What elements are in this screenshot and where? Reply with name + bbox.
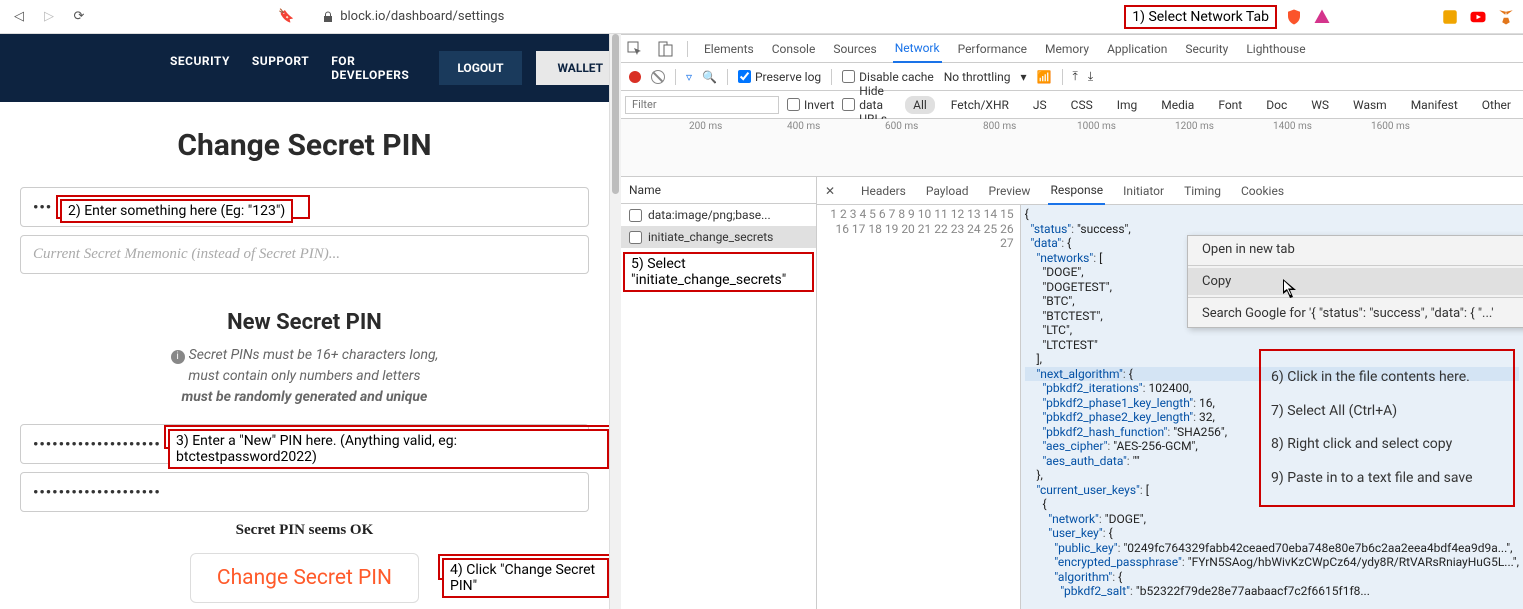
network-toolbar: ▿ 🔍 Preserve log Disable cache No thrott… — [621, 63, 1523, 91]
request-item-1[interactable]: initiate_change_secrets — [621, 226, 816, 248]
annotation-4: 4) Click "Change Secret PIN" — [442, 558, 609, 598]
forward-button[interactable]: ▷ — [38, 6, 60, 28]
browser-toolbar: ◁ ▷ ⟳ 🔖 block.io/dashboard/settings 1) S… — [0, 0, 1523, 34]
network-filter-row: Invert Hide data URLs All Fetch/XHR JS C… — [621, 91, 1523, 119]
change-pin-button[interactable]: Change Secret PIN — [190, 553, 419, 603]
resp-tab-cookies[interactable]: Cookies — [1239, 178, 1286, 204]
filter-doc[interactable]: Doc — [1258, 96, 1295, 114]
upload-icon[interactable]: ⤒ — [1073, 69, 1078, 84]
resp-tab-timing[interactable]: Timing — [1182, 178, 1223, 204]
throttling-select[interactable]: No throttling — [944, 70, 1011, 84]
pin-ok-text: Secret PIN seems OK — [20, 522, 589, 539]
record-button[interactable] — [629, 71, 641, 83]
filter-js[interactable]: JS — [1025, 96, 1055, 114]
back-button[interactable]: ◁ — [8, 6, 30, 28]
tab-elements[interactable]: Elements — [702, 36, 756, 62]
tab-lighthouse[interactable]: Lighthouse — [1244, 36, 1307, 62]
resp-tab-initiator[interactable]: Initiator — [1121, 178, 1166, 204]
request-list: Name data:image/png;base... initiate_cha… — [621, 177, 817, 609]
cursor-icon — [1283, 279, 1299, 299]
resp-tab-response[interactable]: Response — [1048, 177, 1105, 205]
tab-performance[interactable]: Performance — [956, 36, 1029, 62]
close-response-icon[interactable]: ✕ — [825, 184, 843, 198]
throttling-chevron-icon[interactable]: ▾ — [1021, 70, 1027, 84]
search-icon[interactable]: 🔍 — [702, 70, 717, 84]
filter-icon[interactable]: ▿ — [686, 70, 692, 84]
filter-media[interactable]: Media — [1153, 96, 1202, 114]
confirm-pin-input[interactable]: •••••••••••••••••••• — [20, 472, 589, 512]
nav-developers[interactable]: FOR DEVELOPERS — [331, 54, 409, 82]
clear-button[interactable] — [651, 70, 665, 84]
metamask-icon[interactable] — [1497, 8, 1515, 26]
annotation-box-6-9: 6) Click in the file contents here. 7) S… — [1259, 349, 1515, 507]
filter-wasm[interactable]: Wasm — [1345, 96, 1395, 114]
annotation-3: 3) Enter a "New" PIN here. (Anything val… — [168, 429, 609, 469]
site-header: SECURITY SUPPORT FOR DEVELOPERS LOGOUT W… — [0, 34, 609, 102]
filter-css[interactable]: CSS — [1063, 96, 1101, 114]
extension-icon-1[interactable] — [1441, 8, 1459, 26]
brave-rewards-icon[interactable] — [1313, 8, 1331, 26]
ctx-search-google[interactable]: Search Google for '{ "status": "success"… — [1188, 300, 1523, 327]
annotation-2: 2) Enter something here (Eg: "123") — [60, 199, 293, 223]
inspect-icon[interactable] — [627, 41, 643, 57]
tab-application[interactable]: Application — [1105, 36, 1169, 62]
filter-ws[interactable]: WS — [1303, 96, 1337, 114]
wallet-button[interactable]: WALLET — [536, 51, 609, 85]
nav-security[interactable]: SECURITY — [170, 54, 230, 82]
address-bar[interactable]: block.io/dashboard/settings — [314, 9, 656, 24]
filter-img[interactable]: Img — [1109, 96, 1146, 114]
request-list-header: Name — [621, 177, 816, 204]
ctx-open-new-tab[interactable]: Open in new tab — [1188, 236, 1523, 263]
preserve-log-checkbox[interactable]: Preserve log — [738, 70, 821, 84]
tab-security[interactable]: Security — [1183, 36, 1230, 62]
disable-cache-checkbox[interactable]: Disable cache — [842, 70, 934, 84]
annotation-5: 5) Select "initiate_change_secrets" — [623, 252, 814, 292]
page-content: SECURITY SUPPORT FOR DEVELOPERS LOGOUT W… — [0, 34, 609, 609]
invert-checkbox[interactable]: Invert — [787, 98, 834, 112]
nav-support[interactable]: SUPPORT — [252, 54, 309, 82]
context-menu: Open in new tab CopyCtrl+C Search Google… — [1187, 235, 1523, 328]
tab-sources[interactable]: Sources — [831, 36, 878, 62]
filter-manifest[interactable]: Manifest — [1403, 96, 1466, 114]
response-pane: ✕ Headers Payload Preview Response Initi… — [817, 177, 1523, 609]
lock-icon — [322, 11, 334, 23]
devtools-tabs: Elements Console Sources Network Perform… — [621, 35, 1523, 63]
bookmark-icon[interactable]: 🔖 — [278, 9, 294, 24]
page-scrollbar[interactable] — [609, 34, 621, 609]
device-icon[interactable] — [657, 41, 673, 57]
youtube-icon[interactable] — [1469, 8, 1487, 26]
filter-other[interactable]: Other — [1474, 96, 1519, 114]
devtools-panel: Elements Console Sources Network Perform… — [621, 34, 1523, 609]
annotation-1: 1) Select Network Tab — [1124, 5, 1277, 29]
resp-tab-payload[interactable]: Payload — [924, 178, 971, 204]
filter-all[interactable]: All — [905, 96, 935, 114]
tab-console[interactable]: Console — [770, 36, 818, 62]
brave-shield-icon[interactable] — [1285, 8, 1303, 26]
url-text: block.io/dashboard/settings — [340, 9, 504, 24]
reload-button[interactable]: ⟳ — [68, 6, 90, 28]
network-timeline[interactable]: 200 ms 400 ms 600 ms 800 ms 1000 ms 1200… — [621, 119, 1523, 177]
wifi-icon[interactable]: 📶 — [1037, 70, 1052, 84]
pin-hint: iSecret PINs must be 16+ characters long… — [20, 345, 589, 408]
extensions-area — [1285, 8, 1515, 26]
filter-font[interactable]: Font — [1210, 96, 1250, 114]
resp-tab-headers[interactable]: Headers — [859, 178, 908, 204]
tab-network[interactable]: Network — [893, 35, 942, 63]
filter-fetch[interactable]: Fetch/XHR — [943, 96, 1017, 114]
resp-tab-preview[interactable]: Preview — [987, 178, 1033, 204]
download-icon[interactable]: ⤓ — [1088, 69, 1093, 84]
logout-button[interactable]: LOGOUT — [439, 51, 521, 85]
mnemonic-input[interactable]: Current Secret Mnemonic (instead of Secr… — [20, 235, 589, 274]
filter-input[interactable] — [625, 96, 779, 114]
info-icon: i — [171, 350, 185, 364]
page-title: Change Secret PIN — [20, 128, 589, 163]
ctx-copy[interactable]: CopyCtrl+C — [1188, 268, 1523, 295]
request-item-0[interactable]: data:image/png;base... — [621, 204, 816, 226]
new-pin-heading: New Secret PIN — [20, 310, 589, 335]
tab-memory[interactable]: Memory — [1043, 36, 1091, 62]
